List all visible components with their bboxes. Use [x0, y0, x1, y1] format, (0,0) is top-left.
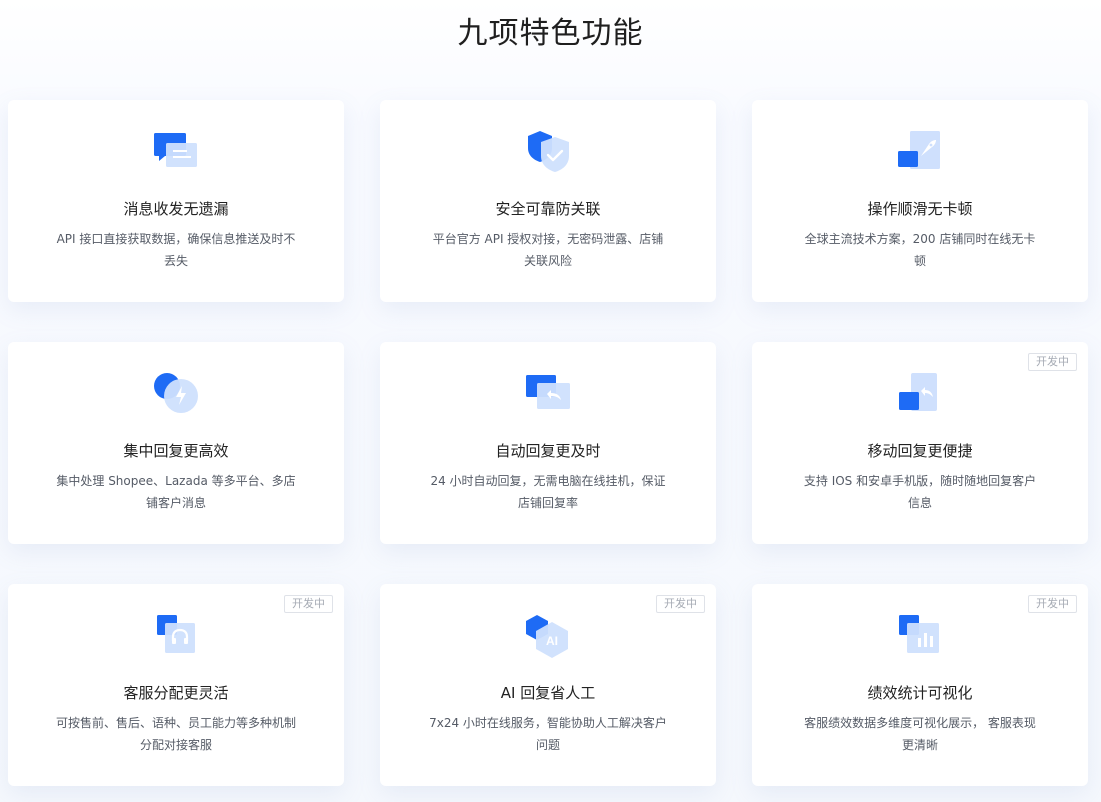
ai-hexagon-icon: AI [526, 615, 568, 658]
headset-icon [157, 615, 195, 653]
bar-chart-icon [899, 615, 939, 653]
feature-card-4: 集中回复更高效 集中处理 Shopee、Lazada 等多平台、多店铺客户消息 [8, 342, 344, 544]
feature-title: 安全可靠防关联 [495, 200, 601, 218]
feature-title: 操作顺滑无卡顿 [867, 200, 973, 218]
feature-card-6: 开发中 移动回复更便捷 支持 IOS 和安卓手机版，随时随地回复客户信息 [752, 342, 1088, 544]
feature-title: AI 回复省人工 [500, 684, 596, 702]
features-page: 九项特色功能 消息收发无遗漏 API 接口直接获取数据，确保信息推送及时不丢失 … [0, 0, 1101, 802]
feature-title: 集中回复更高效 [123, 442, 229, 460]
feature-desc: 全球主流技术方案，200 店铺同时在线无卡顿 [804, 232, 1036, 268]
feature-card-2: 安全可靠防关联 平台官方 API 授权对接，无密码泄露、店铺关联风险 [380, 100, 716, 302]
lightning-bubble-icon [154, 373, 198, 413]
status-badge: 开发中 [656, 595, 705, 613]
feature-desc: 平台官方 API 授权对接，无密码泄露、店铺关联风险 [432, 232, 664, 268]
feature-card-3: 操作顺滑无卡顿 全球主流技术方案，200 店铺同时在线无卡顿 [752, 100, 1088, 302]
feature-title: 移动回复更便捷 [867, 442, 973, 460]
feature-title: 客服分配更灵活 [123, 684, 229, 702]
feature-desc: 7x24 小时在线服务，智能协助人工解决客户问题 [429, 716, 667, 752]
svg-text:AI: AI [546, 634, 558, 648]
feature-card-5: 自动回复更及时 24 小时自动回复，无需电脑在线挂机，保证店铺回复率 [380, 342, 716, 544]
feature-desc: 支持 IOS 和安卓手机版，随时随地回复客户信息 [803, 474, 1037, 510]
chat-bubbles-icon [154, 133, 197, 167]
feature-card-7: 开发中 客服分配更灵活 可按售前、售后、语种、员工能力等多种机制分配对接客服 [8, 584, 344, 786]
shield-check-icon [528, 131, 569, 172]
feature-title: 绩效统计可视化 [867, 684, 973, 702]
status-badge: 开发中 [1028, 595, 1077, 613]
rocket-icon [898, 131, 940, 169]
mobile-reply-icon [899, 373, 937, 411]
status-badge: 开发中 [284, 595, 333, 613]
auto-reply-icon [526, 375, 570, 409]
feature-desc: API 接口直接获取数据，确保信息推送及时不丢失 [56, 232, 296, 268]
feature-title: 消息收发无遗漏 [123, 200, 229, 218]
feature-desc: 集中处理 Shopee、Lazada 等多平台、多店铺客户消息 [56, 474, 296, 510]
feature-desc: 24 小时自动回复，无需电脑在线挂机，保证店铺回复率 [430, 474, 666, 510]
status-badge: 开发中 [1028, 353, 1077, 371]
feature-desc: 客服绩效数据多维度可视化展示， 客服表现更清晰 [804, 716, 1036, 752]
feature-card-8: 开发中 AI AI 回复省人工 7x24 小时在线服务，智能协助人工解决客户问题 [380, 584, 716, 786]
feature-card-1: 消息收发无遗漏 API 接口直接获取数据，确保信息推送及时不丢失 [8, 100, 344, 302]
feature-title: 自动回复更及时 [495, 442, 601, 460]
page-title: 九项特色功能 [457, 16, 644, 51]
feature-desc: 可按售前、售后、语种、员工能力等多种机制分配对接客服 [56, 716, 297, 752]
feature-card-9: 开发中 绩效统计可视化 客服绩效数据多维度可视化展示， 客服表现更清晰 [752, 584, 1088, 786]
